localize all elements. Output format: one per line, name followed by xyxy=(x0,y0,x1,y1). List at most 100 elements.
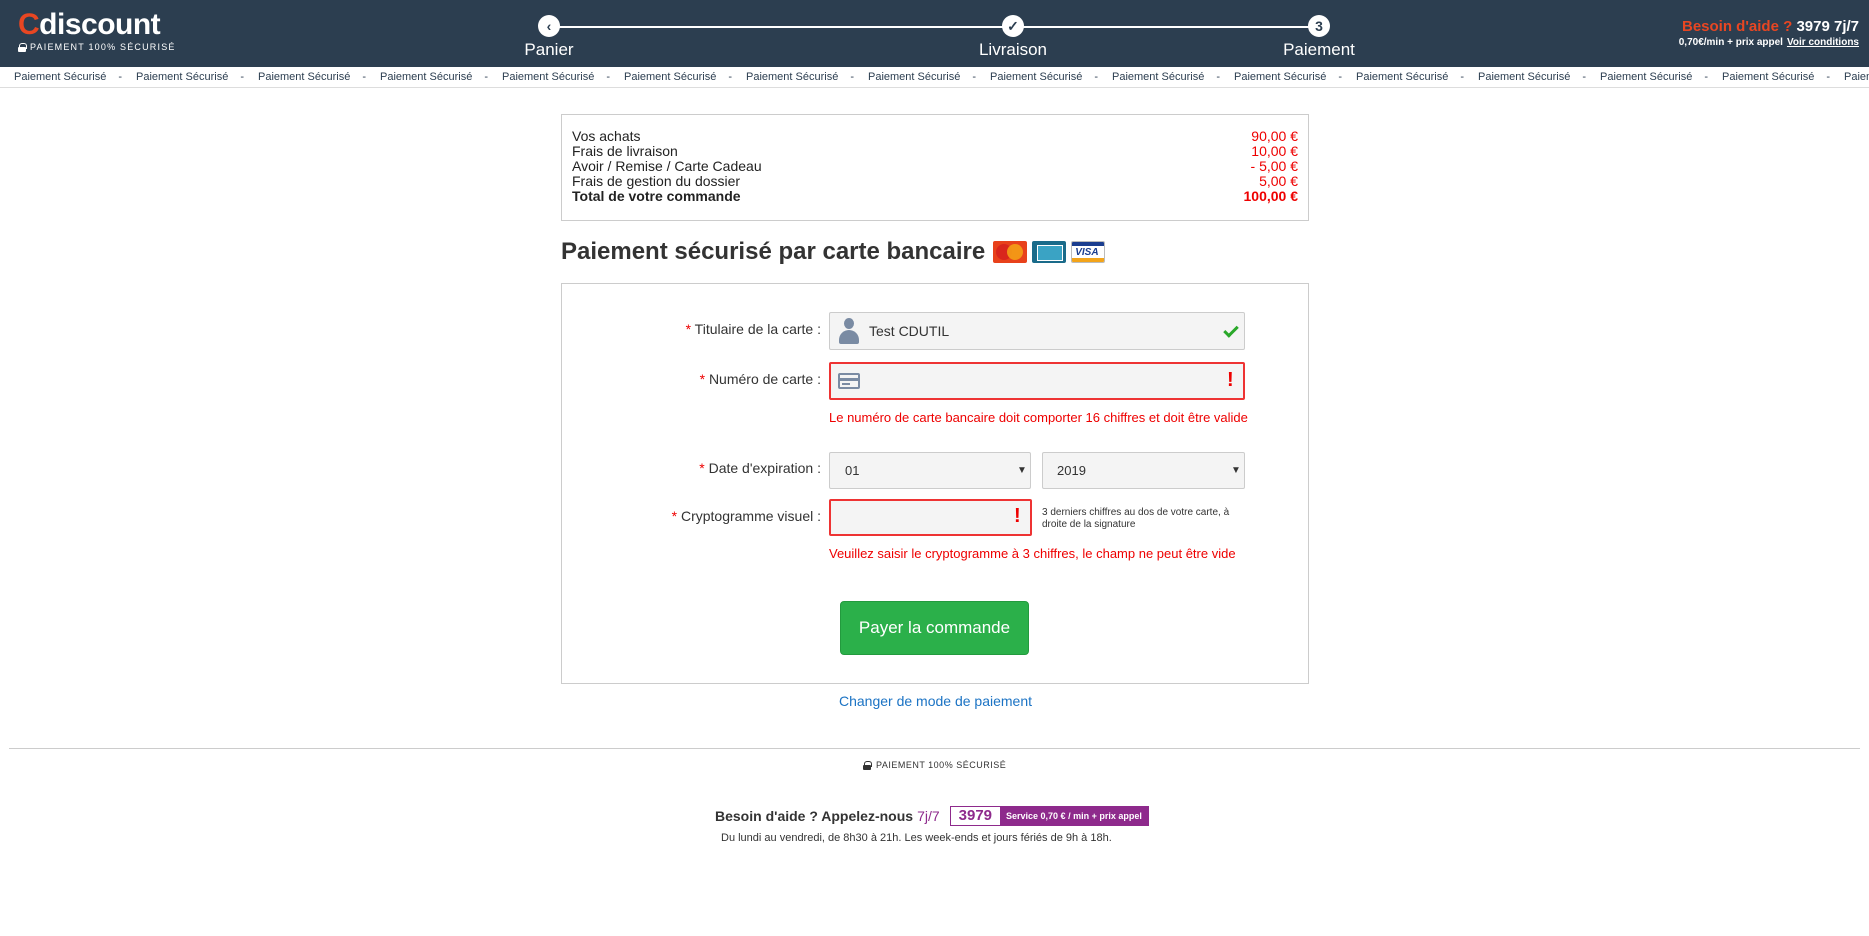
cvv-label: * Cryptogramme visuel : xyxy=(561,508,821,524)
summary-total-row: Total de votre commande 100,00 € xyxy=(572,189,1298,204)
step-label: Paiement xyxy=(1283,40,1355,59)
error-icon: ! xyxy=(1014,505,1021,527)
ticker-separator: - xyxy=(118,71,122,83)
cvv-error: Veuillez saisir le cryptogramme à 3 chif… xyxy=(829,546,1236,561)
ticker-separator: - xyxy=(1338,71,1342,83)
conditions-link[interactable]: Voir conditions xyxy=(1787,37,1859,48)
required-mark: * xyxy=(699,371,706,387)
summary-value: 10,00 € xyxy=(1251,143,1298,159)
steps-progress-line xyxy=(548,26,1318,28)
logo-secure: PAIEMENT 100% SÉCURISÉ xyxy=(18,42,176,52)
expiry-year-value: 2019 xyxy=(1057,463,1086,478)
help-number: 3979 7j/7 xyxy=(1796,18,1859,35)
footer-days: 7j/7 xyxy=(917,808,940,824)
ticker-separator: - xyxy=(1460,71,1464,83)
dropdown-arrow-icon: ▼ xyxy=(1231,465,1241,476)
mastercard-icon xyxy=(993,241,1028,263)
ticker-item: Paiement Sécurisé xyxy=(258,71,351,83)
summary-row: Avoir / Remise / Carte Cadeau - 5,00 € xyxy=(572,159,1298,174)
chevron-left-icon: ‹ xyxy=(538,15,560,37)
summary-total-label: Total de votre commande xyxy=(572,188,741,204)
header-help: Besoin d'aide ? 3979 7j/7 0,70€/min + pr… xyxy=(1679,18,1859,48)
ticker-item: Paiement Sécurisé xyxy=(14,71,107,83)
step-paiement: 3 Paiement xyxy=(1249,15,1389,60)
help-price-line: 0,70€/min + prix appel Voir conditions xyxy=(1679,37,1859,48)
pay-button[interactable]: Payer la commande xyxy=(840,601,1029,655)
ticker-separator: - xyxy=(728,71,732,83)
holder-label-text: Titulaire de la carte : xyxy=(694,321,821,337)
error-icon: ! xyxy=(1227,369,1234,391)
cdiscount-logo[interactable]: Cdiscount PAIEMENT 100% SÉCURISÉ xyxy=(18,8,176,52)
order-summary: Vos achats 90,00 € Frais de livraison 10… xyxy=(561,114,1309,221)
ticker-item: Paiement Sécurisé xyxy=(1356,71,1449,83)
header: Cdiscount PAIEMENT 100% SÉCURISÉ ‹ Panie… xyxy=(0,0,1869,67)
summary-value: 5,00 € xyxy=(1259,173,1298,189)
step-label: Livraison xyxy=(978,40,1048,59)
visa-icon: VISA xyxy=(1071,241,1106,263)
holder-label: * Titulaire de la carte : xyxy=(561,321,821,337)
number-label-text: Numéro de carte : xyxy=(708,371,821,387)
payment-title: Paiement sécurisé par carte bancaire VIS… xyxy=(561,238,1106,266)
ticker-item: Paiement Sécurisé xyxy=(1234,71,1327,83)
change-payment-link[interactable]: Changer de mode de paiement xyxy=(839,693,1032,709)
ticker-separator: - xyxy=(606,71,610,83)
service-price-tag: Service 0,70 € / min + prix appel xyxy=(1000,807,1148,825)
summary-row: Vos achats 90,00 € xyxy=(572,129,1298,144)
number-label: * Numéro de carte : xyxy=(561,371,821,387)
ticker-separator: - xyxy=(1582,71,1586,83)
lock-icon xyxy=(863,760,872,770)
step-livraison[interactable]: ✓ Livraison xyxy=(943,15,1083,60)
ticker-item: Paiement S xyxy=(1844,71,1869,83)
ticker-item: Paiement Sécurisé xyxy=(1722,71,1815,83)
lock-icon xyxy=(18,42,27,52)
ticker-separator: - xyxy=(484,71,488,83)
help-price: 0,70€/min + prix appel xyxy=(1678,37,1783,48)
summary-value: - 5,00 € xyxy=(1250,158,1298,174)
expiry-label-text: Date d'expiration : xyxy=(708,460,821,476)
summary-value: 90,00 € xyxy=(1251,128,1298,144)
logo-secure-text: PAIEMENT 100% SÉCURISÉ xyxy=(30,42,176,52)
logo-c: C xyxy=(18,8,40,41)
cb-icon xyxy=(1032,241,1067,263)
footer-help: Besoin d'aide ? Appelez-nous 7j/7 3979 S… xyxy=(715,806,1149,826)
footer-divider xyxy=(9,748,1860,749)
ticker-item: Paiement Sécurisé xyxy=(502,71,595,83)
summary-total-value: 100,00 € xyxy=(1243,188,1299,204)
ticker-separator: - xyxy=(240,71,244,83)
step-panier[interactable]: ‹ Panier xyxy=(479,15,619,60)
ticker-item: Paiement Sécurisé xyxy=(136,71,229,83)
footer-help-text: Besoin d'aide ? Appelez-nous xyxy=(715,808,914,824)
ticker-item: Paiement Sécurisé xyxy=(868,71,961,83)
ticker-separator: - xyxy=(362,71,366,83)
ticker-item: Paiement Sécurisé xyxy=(1600,71,1693,83)
summary-row: Frais de gestion du dossier 5,00 € xyxy=(572,174,1298,189)
step-number: 3 xyxy=(1308,15,1330,37)
ticker-separator: - xyxy=(1704,71,1708,83)
ticker-item: Paiement Sécurisé xyxy=(746,71,839,83)
summary-label: Vos achats xyxy=(572,128,641,144)
ticker-separator: - xyxy=(1094,71,1098,83)
expiry-label: * Date d'expiration : xyxy=(561,460,821,476)
summary-label: Avoir / Remise / Carte Cadeau xyxy=(572,158,762,174)
cvv-input[interactable] xyxy=(829,499,1032,536)
card-number-input[interactable] xyxy=(829,362,1245,400)
footer-secure-text: PAIEMENT 100% SÉCURISÉ xyxy=(876,760,1007,770)
cvv-hint: 3 derniers chiffres au dos de votre cart… xyxy=(1042,507,1230,530)
ticker-item: Paiement Sécurisé xyxy=(380,71,473,83)
expiry-month-value: 01 xyxy=(845,463,860,478)
footer-secure: PAIEMENT 100% SÉCURISÉ xyxy=(863,760,1006,770)
phone-number: 3979 xyxy=(958,807,993,824)
ticker-item: Paiement Sécurisé xyxy=(1112,71,1205,83)
ticker-separator: - xyxy=(972,71,976,83)
ticker-separator: - xyxy=(1826,71,1830,83)
required-mark: * xyxy=(671,508,678,524)
phone-badge[interactable]: 3979 Service 0,70 € / min + prix appel xyxy=(949,806,1149,826)
visa-text: VISA xyxy=(1075,247,1099,258)
help-question: Besoin d'aide ? xyxy=(1682,18,1793,35)
payment-title-text: Paiement sécurisé par carte bancaire xyxy=(561,238,986,265)
required-mark: * xyxy=(699,460,705,476)
cvv-label-text: Cryptogramme visuel : xyxy=(680,508,821,524)
credit-card-icon xyxy=(838,373,860,389)
logo-text: Cdiscount xyxy=(18,8,176,42)
summary-label: Frais de livraison xyxy=(572,143,678,159)
